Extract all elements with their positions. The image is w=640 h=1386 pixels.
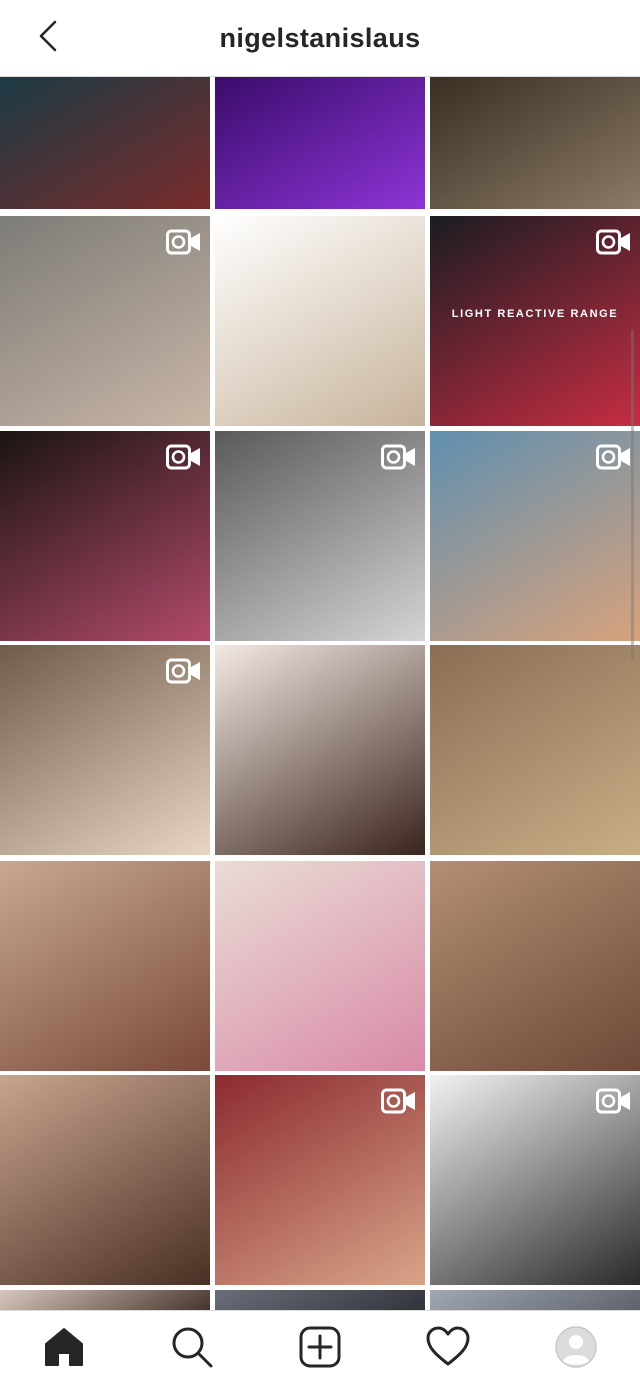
- grid-post-tile[interactable]: [215, 1075, 425, 1285]
- post-thumbnail: [0, 861, 210, 1071]
- grid-post-tile[interactable]: [215, 431, 425, 641]
- heart-icon: [425, 1325, 471, 1374]
- nav-profile-button[interactable]: [550, 1323, 602, 1375]
- video-camera-icon: [166, 443, 202, 471]
- grid-post-tile[interactable]: [0, 645, 210, 855]
- grid-post-tile[interactable]: [430, 645, 640, 855]
- video-camera-icon: [596, 443, 632, 471]
- page-title: nigelstanislaus: [219, 23, 421, 53]
- video-camera-icon: [381, 1087, 417, 1115]
- video-camera-icon: [596, 1087, 632, 1115]
- post-thumbnail: [215, 216, 425, 426]
- post-thumbnail: [430, 861, 640, 1071]
- post-thumbnail: [215, 76, 425, 209]
- grid-post-tile[interactable]: [215, 1290, 425, 1310]
- nav-activity-button[interactable]: [422, 1323, 474, 1375]
- post-overlay-text: LIGHT REACTIVE RANGE: [451, 308, 619, 320]
- post-thumbnail: [215, 861, 425, 1071]
- post-thumbnail: [0, 1290, 210, 1310]
- nav-home-button[interactable]: [38, 1323, 90, 1375]
- grid-post-tile[interactable]: [430, 1075, 640, 1285]
- top-bar: nigelstanislaus: [0, 0, 640, 77]
- grid-post-tile[interactable]: [0, 76, 210, 209]
- grid-post-tile[interactable]: [430, 76, 640, 209]
- grid-post-tile[interactable]: [215, 76, 425, 209]
- grid-post-tile[interactable]: [215, 645, 425, 855]
- post-grid: LIGHT REACTIVE RANGE: [0, 76, 640, 1310]
- bottom-navigation: [0, 1310, 640, 1386]
- grid-post-tile[interactable]: [215, 216, 425, 426]
- avatar-icon: [554, 1325, 598, 1374]
- grid-post-tile[interactable]: [430, 431, 640, 641]
- post-thumbnail: [430, 1290, 640, 1310]
- nav-new-post-button[interactable]: [294, 1323, 346, 1375]
- post-thumbnail: [215, 645, 425, 855]
- profile-grid-screen: nigelstanislaus LIGHT REACTIVE RANGE: [0, 0, 640, 1386]
- search-icon: [170, 1325, 214, 1374]
- grid-post-tile[interactable]: [430, 861, 640, 1071]
- grid-post-tile[interactable]: [0, 1290, 210, 1310]
- post-thumbnail: [0, 1075, 210, 1285]
- grid-post-tile[interactable]: [0, 861, 210, 1071]
- grid-post-tile[interactable]: LIGHT REACTIVE RANGE: [430, 216, 640, 426]
- grid-post-tile[interactable]: [0, 431, 210, 641]
- post-thumbnail: [430, 645, 640, 855]
- plus-square-icon: [298, 1325, 342, 1374]
- scrollbar[interactable]: [631, 330, 634, 660]
- grid-post-tile[interactable]: [430, 1290, 640, 1310]
- video-camera-icon: [596, 228, 632, 256]
- video-camera-icon: [166, 228, 202, 256]
- post-thumbnail: [215, 1290, 425, 1310]
- post-thumbnail: [0, 76, 210, 209]
- grid-post-tile[interactable]: [215, 861, 425, 1071]
- post-thumbnail: [430, 76, 640, 209]
- grid-post-tile[interactable]: [0, 216, 210, 426]
- home-icon: [42, 1325, 86, 1374]
- grid-post-tile[interactable]: [0, 1075, 210, 1285]
- video-camera-icon: [381, 443, 417, 471]
- video-camera-icon: [166, 657, 202, 685]
- nav-search-button[interactable]: [166, 1323, 218, 1375]
